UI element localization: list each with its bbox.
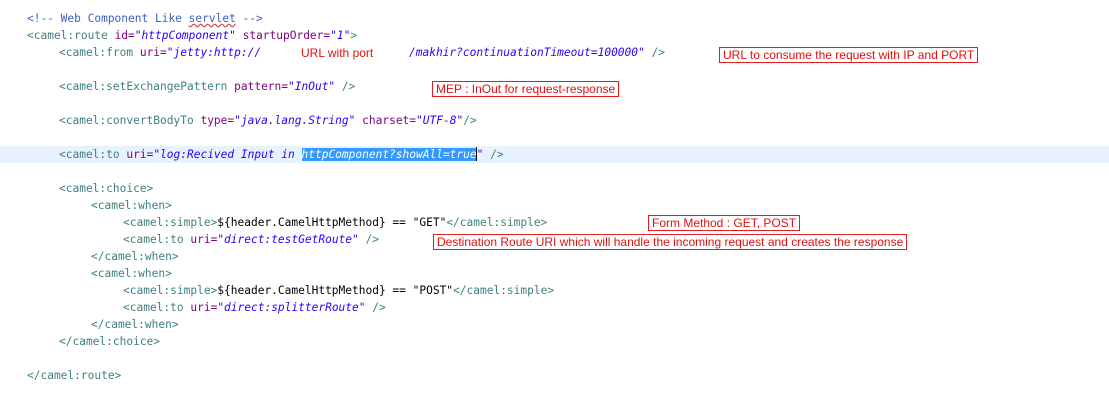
xml-comment: <!-- Web Component Like: [27, 12, 189, 25]
code-text: <camel:route id="httpComponent" startupO…: [27, 27, 357, 44]
annotation-destination-route: Destination Route URI which will handle …: [433, 234, 908, 250]
code-line-13: <camel:simple>${header.CamelHttpMethod} …: [0, 282, 1109, 299]
code-line-7: <camel:choice>: [0, 180, 1109, 197]
text-selection[interactable]: httpComponent?showAll=true: [301, 148, 477, 161]
tag-open: <camel:simple>: [123, 216, 218, 229]
tag-open: <camel:convertBodyTo: [59, 114, 201, 127]
tag-close: </camel:when>: [91, 250, 179, 263]
tag-close: />: [335, 80, 356, 93]
code-text: <camel:convertBodyTo type="java.lang.Str…: [59, 112, 477, 129]
xml-comment-close: -->: [235, 12, 263, 25]
tag-open: <camel:to: [123, 301, 191, 314]
attr-name: uri=: [190, 301, 218, 314]
attr-value: "InOut": [288, 80, 336, 93]
code-text: <camel:to uri="direct:testGetRoute" />: [123, 231, 379, 248]
attr-name: id=: [114, 29, 135, 42]
tag-close: />: [365, 301, 386, 314]
code-text: <camel:simple>${header.CamelHttpMethod} …: [123, 282, 554, 299]
attr-value: "java.lang.String": [234, 114, 356, 127]
code-text: <camel:from uri="jetty:http://: [59, 44, 261, 61]
code-line-1: <!-- Web Component Like servlet -->: [0, 10, 1109, 27]
code-line-11: </camel:when>: [0, 248, 1109, 265]
attr-name: uri=: [126, 148, 154, 161]
xml-editor[interactable]: <!-- Web Component Like servlet --> <cam…: [0, 0, 1109, 401]
code-text: </camel:choice>: [59, 333, 160, 350]
attr-value: "direct:testGetRoute": [217, 233, 359, 246]
code-line-6-current: <camel:to uri="log:Recived Input in http…: [0, 146, 1109, 163]
tag-open: <camel:route: [27, 29, 115, 42]
attr-value: "UTF-8": [416, 114, 464, 127]
code-line-12: <camel:when>: [0, 265, 1109, 282]
attr-value: /makhir?continuationTimeout=100000": [409, 46, 645, 59]
code-text: <camel:to uri="log:Recived Input in http…: [59, 146, 504, 163]
code-text-cont: /makhir?continuationTimeout=100000" />: [409, 44, 665, 61]
tag-close: </camel:simple>: [446, 216, 548, 229]
tag-open: <camel:when>: [91, 199, 172, 212]
spelling-error-word: servlet: [188, 12, 236, 25]
attr-name: uri=: [190, 233, 218, 246]
attr-name: charset=: [362, 114, 417, 127]
code-line-9: <camel:simple>${header.CamelHttpMethod} …: [0, 214, 1109, 231]
tag-open: <camel:when>: [91, 267, 172, 280]
tag-close: />: [483, 148, 504, 161]
tag-close: />: [644, 46, 665, 59]
tag-close: />: [463, 114, 477, 127]
code-line-5: <camel:convertBodyTo type="java.lang.Str…: [0, 112, 1109, 129]
annotation-form-method: Form Method : GET, POST: [648, 215, 801, 231]
tag-open: <camel:from: [59, 46, 140, 59]
attr-name: startupOrder=: [242, 29, 331, 42]
code-line-14: <camel:to uri="direct:splitterRoute" />: [0, 299, 1109, 316]
attr-value: "direct:splitterRoute": [217, 301, 366, 314]
attr-value: "1": [330, 29, 351, 42]
tag-open: <camel:to: [59, 148, 127, 161]
code-text: <camel:choice>: [59, 180, 153, 197]
annotation-url-with-port: URL with port: [301, 46, 374, 60]
code-text: <camel:when>: [91, 265, 172, 282]
tag-open: <camel:setExchangePattern: [59, 80, 235, 93]
code-line-17: </camel:route>: [0, 367, 1109, 384]
code-text: <!-- Web Component Like servlet -->: [27, 10, 263, 27]
attr-name: type=: [200, 114, 235, 127]
tag-close: </camel:route>: [27, 369, 122, 382]
tag-close: </camel:simple>: [453, 284, 555, 297]
tag-close: </camel:choice>: [59, 335, 161, 348]
code-text: <camel:setExchangePattern pattern="InOut…: [59, 78, 355, 95]
code-text: <camel:to uri="direct:splitterRoute" />: [123, 299, 386, 316]
tag-close: </camel:when>: [91, 318, 179, 331]
element-text: ${header.CamelHttpMethod} == "POST": [217, 284, 454, 297]
code-line-16: </camel:choice>: [0, 333, 1109, 350]
tag-open: <camel:choice>: [59, 182, 154, 195]
attr-value: "httpComponent": [134, 29, 236, 42]
code-line-15: </camel:when>: [0, 316, 1109, 333]
tag-open: <camel:simple>: [123, 284, 218, 297]
code-text: </camel:when>: [91, 248, 179, 265]
element-text: ${header.CamelHttpMethod} == "GET": [217, 216, 447, 229]
attr-value: "jetty:http://: [166, 46, 262, 59]
tag-close: />: [358, 233, 379, 246]
annotation-consume-url: URL to consume the request with IP and P…: [719, 47, 979, 63]
code-line-2: <camel:route id="httpComponent" startupO…: [0, 27, 1109, 44]
tag-open: <camel:to: [123, 233, 191, 246]
attr-name: pattern=: [234, 80, 289, 93]
code-text: <camel:simple>${header.CamelHttpMethod} …: [123, 214, 547, 231]
code-line-8: <camel:when>: [0, 197, 1109, 214]
attr-name: uri=: [139, 46, 167, 59]
annotation-mep: MEP : InOut for request-response: [432, 81, 620, 97]
attr-value: "log:Recived Input in: [153, 148, 302, 161]
code-text: <camel:when>: [91, 197, 172, 214]
code-text: </camel:when>: [91, 316, 179, 333]
code-text: </camel:route>: [27, 367, 121, 384]
tag-close: >: [350, 29, 358, 42]
